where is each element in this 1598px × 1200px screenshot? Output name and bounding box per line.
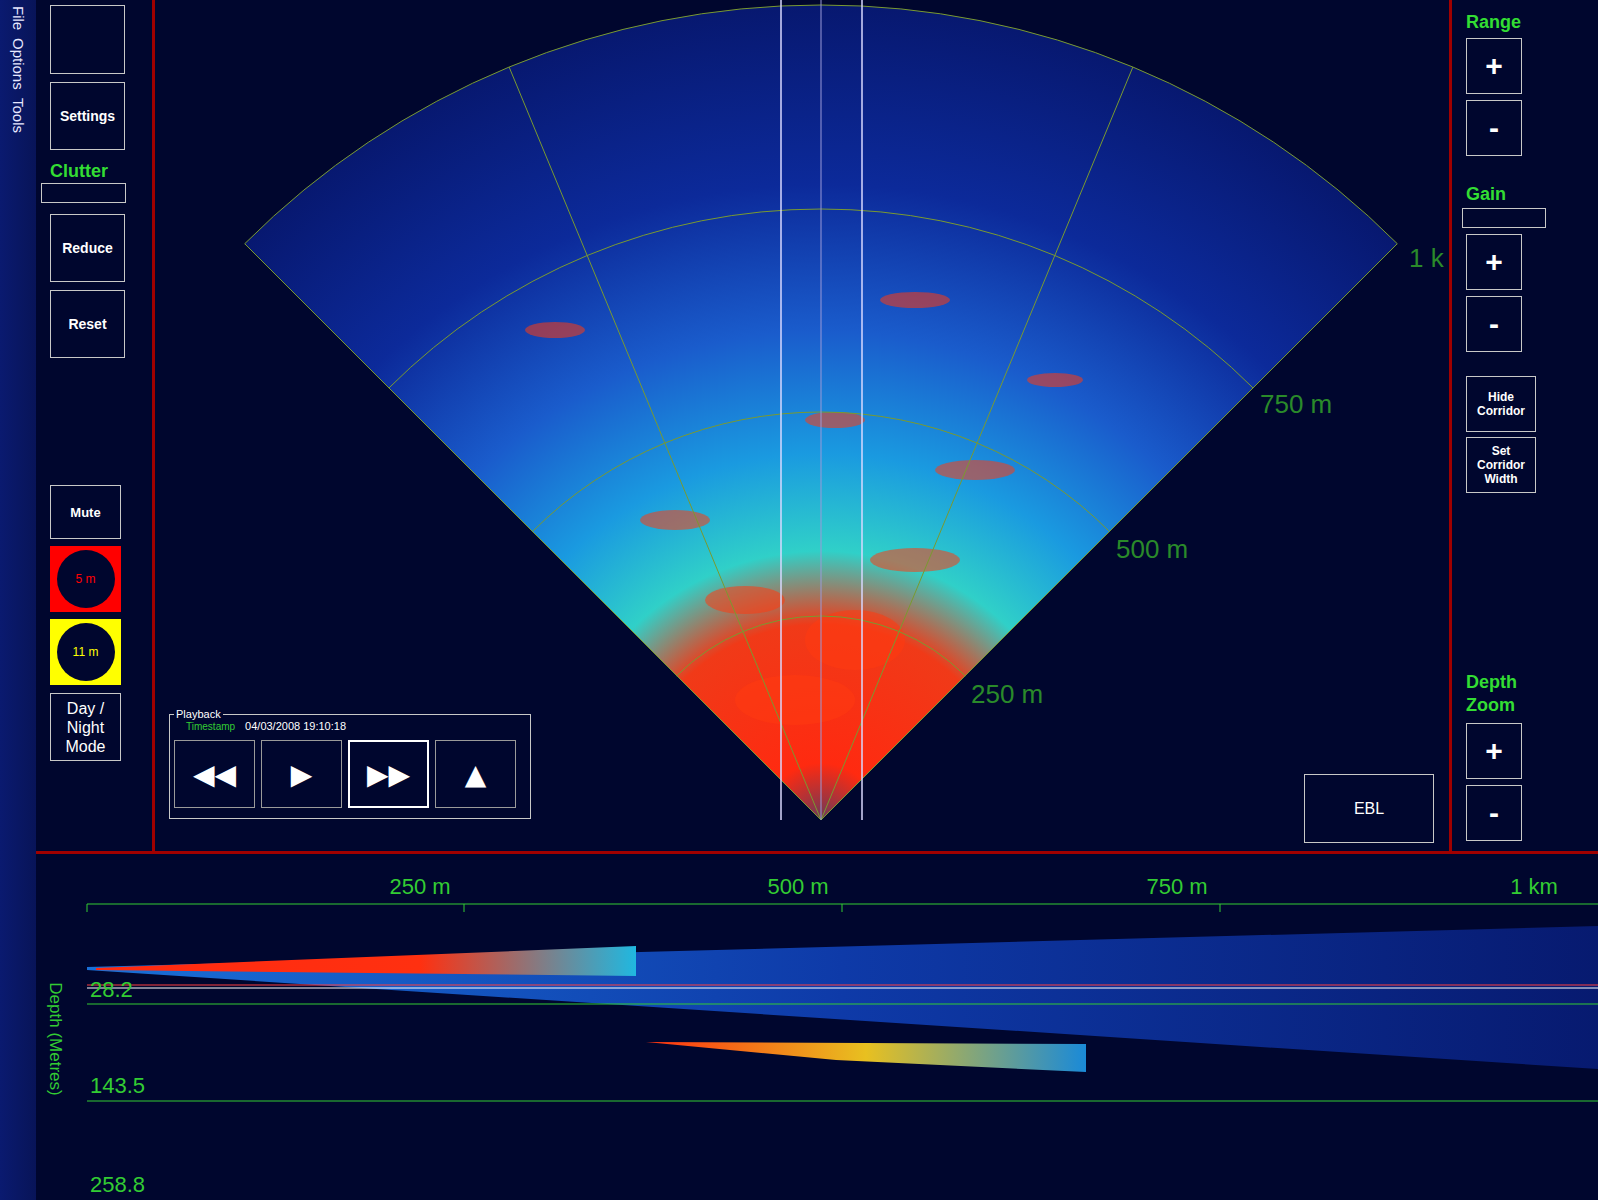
blank-button[interactable] bbox=[50, 5, 125, 74]
playback-button[interactable]: ◀◀ bbox=[174, 740, 255, 808]
axis-label: 500 m bbox=[767, 874, 828, 899]
mute-button[interactable]: Mute bbox=[50, 485, 121, 539]
depth-value: 28.2 bbox=[90, 977, 133, 1002]
depth-profile: 250 m 500 m 750 m 1 km 28.2 143.5 258.8 Depth (… bbox=[36, 854, 1598, 1200]
echo-blob bbox=[705, 586, 785, 614]
range-label: Range bbox=[1466, 12, 1521, 32]
sonar-view: 250 m 500 m 750 m 1 k Playback Timestamp 04… bbox=[155, 0, 1449, 851]
left-panel: Settings Clutter Reduce Reset Mute 5 m 11… bbox=[36, 0, 152, 851]
bearing-line bbox=[821, 67, 1133, 820]
reduce-button[interactable]: Reduce bbox=[50, 214, 125, 282]
axis-tick bbox=[1220, 904, 1221, 912]
clutter-field[interactable] bbox=[41, 183, 126, 203]
depth-marker bbox=[87, 988, 1598, 989]
axis-label: 250 m bbox=[389, 874, 450, 899]
gain-button[interactable]: + bbox=[1466, 234, 1522, 290]
playback-button[interactable]: ▲ bbox=[435, 740, 516, 808]
top-area: Settings Clutter Reduce Reset Mute 5 m 11… bbox=[36, 0, 1598, 851]
axis-tick bbox=[464, 904, 465, 912]
ebl-button[interactable]: EBL bbox=[1304, 774, 1434, 843]
menu-bar: File Options Tools bbox=[0, 0, 36, 1200]
divider bbox=[152, 0, 155, 851]
echo-blob bbox=[870, 548, 960, 572]
sonar-fan[interactable]: 250 m 500 m 750 m 1 k bbox=[155, 0, 1449, 851]
depth-alarm-button[interactable]: 5 m bbox=[50, 546, 121, 612]
playback-button[interactable]: ▶▶ bbox=[348, 740, 429, 808]
corridor-button[interactable]: Hide Corridor bbox=[1466, 376, 1536, 432]
axis-label: 750 m bbox=[1146, 874, 1207, 899]
depth-value: 258.8 bbox=[90, 1172, 145, 1197]
depth-profile-chart[interactable]: 250 m 500 m 750 m 1 km 28.2 143.5 258.8 Depth (… bbox=[36, 854, 1598, 1200]
corridor-button[interactable]: Set Corridor Width bbox=[1466, 437, 1536, 493]
divider bbox=[1449, 0, 1452, 851]
axis-tick bbox=[842, 904, 843, 912]
echo-band bbox=[96, 946, 636, 976]
echo-blob bbox=[1027, 373, 1083, 387]
depth-line bbox=[87, 1004, 1598, 1005]
right-panel: Range + - Gain + - Hide CorridorSet Corrid… bbox=[1452, 0, 1598, 851]
echo-band bbox=[646, 1042, 1086, 1072]
settings-button[interactable]: Settings bbox=[50, 82, 125, 150]
main-area: Settings Clutter Reduce Reset Mute 5 m 11… bbox=[36, 0, 1598, 1200]
corridor-line bbox=[861, 0, 863, 820]
echo-blob bbox=[880, 292, 950, 308]
reset-button[interactable]: Reset bbox=[50, 290, 125, 358]
playback-controls: ◀◀▶▶▶▲ bbox=[174, 740, 526, 814]
gain-field[interactable] bbox=[1462, 208, 1546, 228]
bearing-line bbox=[509, 67, 821, 820]
range-label: 750 m bbox=[1260, 389, 1332, 419]
clutter-label: Clutter bbox=[50, 161, 108, 181]
range-button[interactable]: - bbox=[1466, 100, 1522, 156]
axis-tick bbox=[87, 904, 88, 912]
bearing-line bbox=[245, 244, 821, 820]
gain-button[interactable]: - bbox=[1466, 296, 1522, 352]
alarm-circle: 5 m bbox=[57, 550, 115, 608]
alarm-circle: 11 m bbox=[57, 623, 115, 681]
sonar-app: File Options Tools Settings Clutter Reduce… bbox=[0, 0, 1598, 1200]
center-line bbox=[821, 0, 822, 820]
timestamp-value: 04/03/2008 19:10:18 bbox=[245, 720, 346, 732]
echo-blob bbox=[525, 322, 585, 338]
depth-zoom-label: Depth Zoom bbox=[1466, 671, 1536, 717]
playback-button[interactable]: ▶ bbox=[261, 740, 342, 808]
range-label: 1 k bbox=[1409, 243, 1445, 273]
depth-zoom-button[interactable]: + bbox=[1466, 723, 1522, 779]
range-button[interactable]: + bbox=[1466, 38, 1522, 94]
bearing-line bbox=[821, 244, 1397, 820]
playback-panel: Playback Timestamp 04/03/2008 19:10:18 ◀… bbox=[169, 708, 531, 819]
timestamp-row: Timestamp 04/03/2008 19:10:18 bbox=[174, 720, 526, 732]
depth-value: 143.5 bbox=[90, 1073, 145, 1098]
range-label: 500 m bbox=[1116, 534, 1188, 564]
divider bbox=[36, 851, 1598, 854]
depth-alarm-button[interactable]: 11 m bbox=[50, 619, 121, 685]
echo-blob bbox=[735, 675, 855, 725]
depth-zoom-button[interactable]: - bbox=[1466, 785, 1522, 841]
menu-item[interactable]: Tools bbox=[10, 98, 27, 133]
axis-label: 1 km bbox=[1510, 874, 1558, 899]
day-night-button[interactable]: Day / Night Mode bbox=[50, 693, 121, 761]
menu-item[interactable]: Options bbox=[10, 38, 27, 90]
depth-line bbox=[87, 1101, 1598, 1102]
playback-title: Playback bbox=[174, 708, 223, 720]
echo-blob bbox=[935, 460, 1015, 480]
corridor-line bbox=[780, 0, 782, 820]
timestamp-label: Timestamp bbox=[186, 721, 235, 732]
depth-axis-title: Depth (Metres) bbox=[46, 982, 65, 1095]
echo-blob bbox=[805, 412, 865, 428]
gain-label: Gain bbox=[1466, 184, 1506, 204]
menu-item[interactable]: File bbox=[10, 6, 27, 30]
range-label: 250 m bbox=[971, 679, 1043, 709]
depth-marker bbox=[87, 985, 1598, 986]
